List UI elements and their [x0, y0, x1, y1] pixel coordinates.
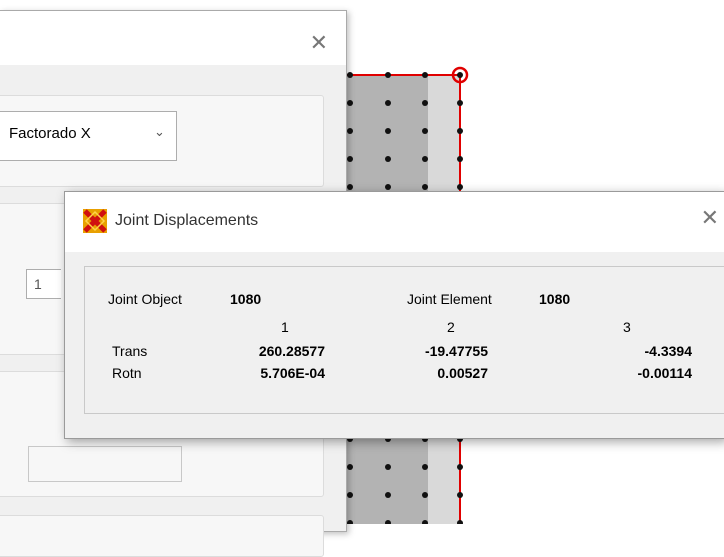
joint-element-value: 1080 [539, 291, 571, 307]
step-input-value: 1 [34, 276, 42, 292]
sap2000-icon [83, 209, 107, 233]
joint-dot[interactable] [422, 184, 428, 190]
joint-dot[interactable] [422, 464, 428, 470]
trans-value-3: -4.3394 [644, 343, 692, 359]
joint-dot[interactable] [457, 464, 463, 470]
joint-object-label: Joint Object [108, 291, 182, 307]
joint-displacements-window: Joint Displacements ✕ Joint Object 1080 … [64, 191, 724, 439]
joint-dot[interactable] [347, 128, 353, 134]
joint-dot[interactable] [385, 72, 391, 78]
load-case-select-value: Factorado X [9, 125, 91, 142]
step-input[interactable]: 1 [26, 269, 61, 299]
joint-dot[interactable] [347, 184, 353, 190]
column-header-3: 3 [623, 319, 631, 335]
row-label-rotn: Rotn [112, 365, 142, 381]
rotn-value-3: -0.00114 [637, 365, 693, 381]
scale-input[interactable] [28, 446, 182, 482]
rotn-value-1: 5.706E-04 [260, 365, 325, 381]
joint-dot[interactable] [347, 156, 353, 162]
joint-dot[interactable] [347, 492, 353, 498]
joint-dot[interactable] [385, 492, 391, 498]
load-case-select[interactable]: Factorado X ⌄ [0, 111, 177, 161]
joint-dot[interactable] [422, 128, 428, 134]
joint-dot[interactable] [385, 128, 391, 134]
joint-dot[interactable] [457, 72, 463, 78]
joint-dot[interactable] [422, 100, 428, 106]
column-header-1: 1 [281, 319, 289, 335]
rotn-value-2: 0.00527 [437, 365, 488, 381]
joint-dot[interactable] [347, 100, 353, 106]
close-icon[interactable]: ✕ [701, 208, 719, 230]
joint-dot[interactable] [422, 72, 428, 78]
row-label-trans: Trans [112, 343, 148, 359]
bottom-group [0, 515, 324, 557]
close-icon[interactable]: ✕ [310, 33, 328, 55]
joint-dot[interactable] [385, 184, 391, 190]
joint-dot[interactable] [457, 492, 463, 498]
joint-dot[interactable] [422, 492, 428, 498]
joint-dot[interactable] [347, 464, 353, 470]
column-header-2: 2 [447, 319, 455, 335]
joint-dot[interactable] [457, 128, 463, 134]
joint-dot[interactable] [385, 464, 391, 470]
joint-dot[interactable] [457, 100, 463, 106]
joint-dot[interactable] [457, 184, 463, 190]
joint-dot[interactable] [385, 100, 391, 106]
joint-dot[interactable] [385, 156, 391, 162]
joint-dot[interactable] [422, 156, 428, 162]
joint-dot[interactable] [347, 72, 353, 78]
trans-value-1: 260.28577 [258, 343, 325, 359]
joint-object-value: 1080 [230, 291, 262, 307]
joint-element-label: Joint Element [407, 291, 492, 307]
joint-dot[interactable] [457, 156, 463, 162]
displacements-panel: Joint Object 1080 Joint Element 1080 1 2… [84, 266, 724, 414]
background-dialog-titlebar: ✕ [0, 11, 346, 65]
trans-value-2: -19.47755 [424, 343, 488, 359]
joint-displacements-titlebar[interactable]: Joint Displacements ✕ [65, 192, 724, 252]
chevron-down-icon: ⌄ [154, 125, 165, 140]
window-title: Joint Displacements [115, 212, 259, 229]
